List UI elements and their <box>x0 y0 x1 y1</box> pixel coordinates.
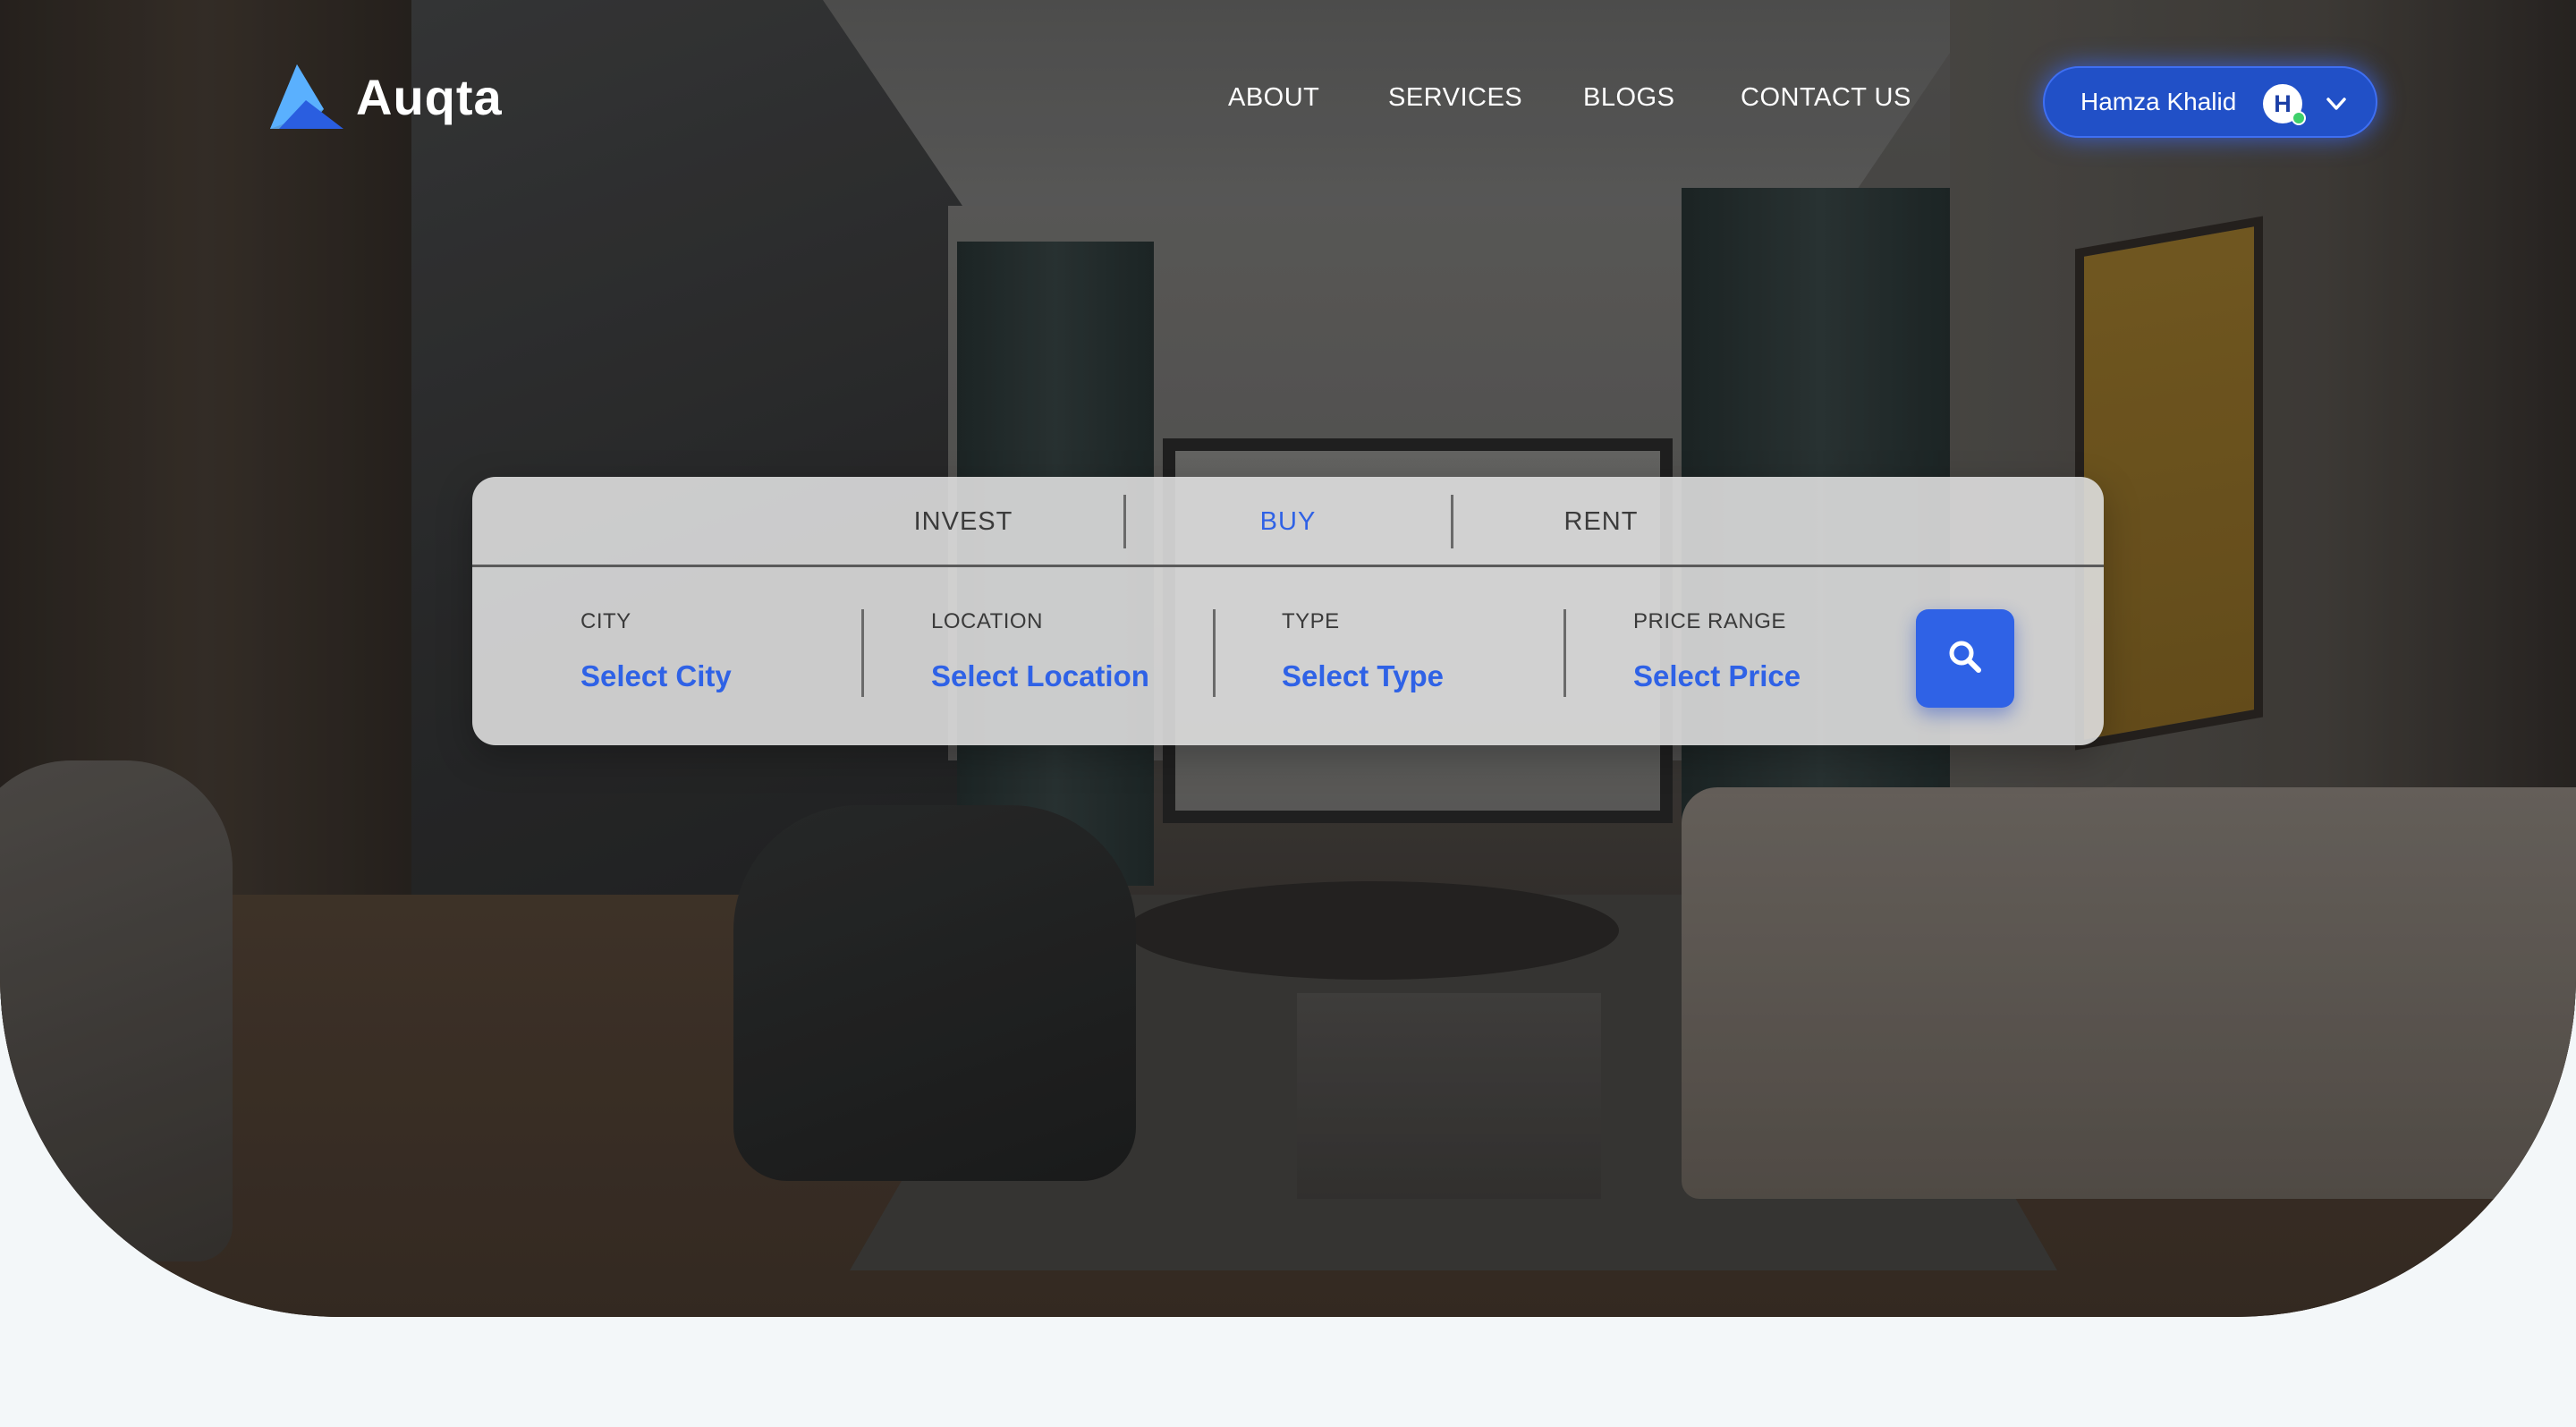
tab-divider <box>1451 495 1453 548</box>
type-select[interactable]: TYPE Select Type <box>1282 609 1444 693</box>
type-label: TYPE <box>1282 609 1340 633</box>
tab-buy[interactable]: BUY <box>1181 507 1395 537</box>
triangle-logo-icon <box>270 64 343 129</box>
city-select[interactable]: CITY Select City <box>580 609 732 693</box>
city-label: CITY <box>580 609 631 633</box>
city-value[interactable]: Select City <box>580 659 732 693</box>
nav-about[interactable]: ABOUT <box>1228 83 1319 113</box>
tab-rent[interactable]: RENT <box>1494 507 1708 537</box>
online-dot-icon <box>2292 111 2306 125</box>
user-name: Hamza Khalid <box>2080 88 2237 115</box>
chevron-down-icon <box>2324 91 2349 116</box>
field-divider <box>1213 609 1216 697</box>
price-range-value[interactable]: Select Price <box>1633 659 1801 693</box>
price-range-select[interactable]: PRICE RANGE Select Price <box>1633 609 1801 693</box>
page: Auqta ABOUT SERVICES BLOGS CONTACT US Ha… <box>0 0 2576 1427</box>
location-value[interactable]: Select Location <box>931 659 1149 693</box>
user-menu-button[interactable]: Hamza Khalid H <box>2043 66 2377 138</box>
brand-logo[interactable]: Auqta <box>270 64 503 129</box>
nav-blogs[interactable]: BLOGS <box>1583 83 1674 113</box>
nav-services[interactable]: SERVICES <box>1388 83 1522 113</box>
search-button[interactable] <box>1916 609 2014 708</box>
property-search-card: INVEST BUY RENT CITY Select City LOCATIO… <box>472 477 2104 745</box>
nav-contact-us[interactable]: CONTACT US <box>1741 83 1911 113</box>
field-divider <box>1563 609 1566 697</box>
tab-invest[interactable]: INVEST <box>856 507 1071 537</box>
location-select[interactable]: LOCATION Select Location <box>931 609 1149 693</box>
field-divider <box>861 609 864 697</box>
brand-name: Auqta <box>356 68 503 125</box>
price-range-label: PRICE RANGE <box>1633 609 1786 633</box>
search-tabs: INVEST BUY RENT <box>472 477 2104 567</box>
search-icon <box>1947 639 1983 679</box>
tab-divider <box>1123 495 1126 548</box>
location-label: LOCATION <box>931 609 1043 633</box>
type-value[interactable]: Select Type <box>1282 659 1444 693</box>
